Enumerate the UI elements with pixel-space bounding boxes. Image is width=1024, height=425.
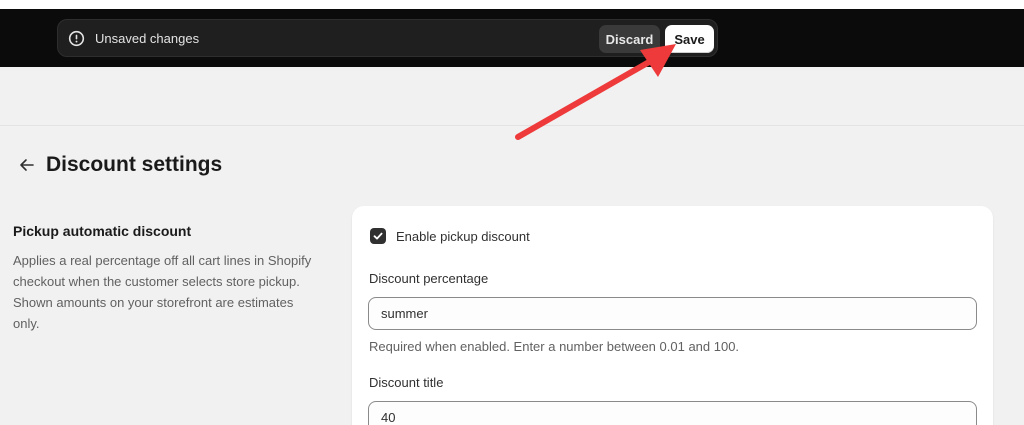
back-arrow-icon[interactable] (17, 155, 37, 175)
page-title: Discount settings (46, 153, 223, 176)
discount-title-input[interactable]: 40 (368, 401, 977, 425)
save-bar-container: Unsaved changes Discard Save (57, 19, 718, 57)
contextual-save-bar: Unsaved changes Discard Save (0, 9, 1024, 67)
alert-circle-icon (68, 30, 85, 47)
discount-title-label: Discount title (369, 375, 444, 390)
discount-percentage-input[interactable]: summer (368, 297, 977, 330)
unsaved-changes-message: Unsaved changes (95, 31, 200, 46)
enable-pickup-discount-checkbox[interactable] (370, 228, 386, 244)
discount-percentage-help: Required when enabled. Enter a number be… (369, 339, 740, 354)
checkmark-icon (373, 232, 383, 240)
header-divider (0, 125, 1024, 126)
top-strip (0, 0, 1024, 9)
discount-percentage-label: Discount percentage (369, 271, 489, 286)
section-description: Applies a real percentage off all cart l… (13, 253, 312, 331)
enable-pickup-discount-label[interactable]: Enable pickup discount (396, 228, 530, 245)
section-title: Pickup automatic discount (13, 223, 192, 239)
discard-button[interactable]: Discard (599, 25, 660, 53)
save-button[interactable]: Save (665, 25, 714, 53)
settings-card: Enable pickup discount Discount percenta… (352, 206, 993, 425)
